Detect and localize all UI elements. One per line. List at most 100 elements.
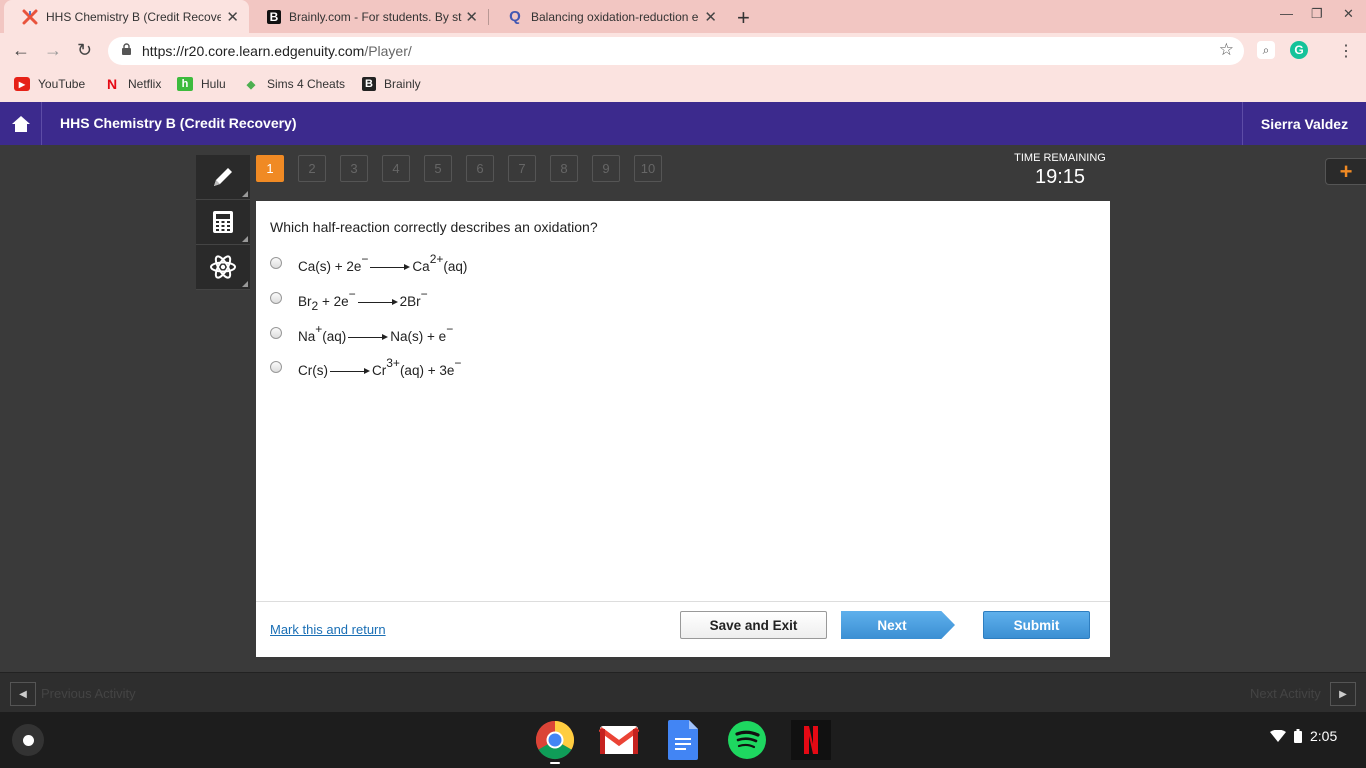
netflix-icon: N bbox=[106, 76, 118, 92]
previous-activity-button[interactable]: ◀ bbox=[10, 682, 36, 706]
reaction-arrow-icon bbox=[357, 298, 398, 306]
plumbob-icon: ◆ bbox=[246, 78, 256, 91]
bookmarks-bar: ▶ YouTube N Netflix h Hulu ◆ Sims 4 Chea… bbox=[0, 69, 1366, 102]
tool-panel bbox=[196, 155, 250, 290]
user-name[interactable]: Sierra Valdez bbox=[1242, 102, 1366, 145]
url-text: https://r20.core.learn.edgenuity.com/Pla… bbox=[142, 43, 412, 59]
google-docs-icon[interactable] bbox=[663, 720, 703, 760]
next-activity-label[interactable]: Next Activity bbox=[1250, 686, 1321, 701]
menu-dots-icon[interactable]: ⋮ bbox=[1338, 41, 1354, 61]
wifi-icon bbox=[1270, 730, 1286, 742]
question-number-10[interactable]: 10 bbox=[634, 155, 662, 182]
search-extension-icon[interactable]: ⌕ bbox=[1257, 41, 1275, 59]
equation: Ca(s) + 2e− Ca2+(aq) bbox=[298, 252, 468, 274]
question-number-8[interactable]: 8 bbox=[550, 155, 578, 182]
close-tab-icon[interactable]: ✕ bbox=[704, 8, 717, 26]
back-icon[interactable]: ← bbox=[12, 40, 30, 61]
quiz-stage: 1 2 3 4 5 6 7 8 9 10 TIME REMAINING 19:1… bbox=[0, 145, 1366, 672]
question-number-5[interactable]: 5 bbox=[424, 155, 452, 182]
equation: Cr(s) Cr3+(aq) + 3e− bbox=[298, 356, 462, 378]
radio-button[interactable] bbox=[270, 256, 282, 269]
quizlet-q-icon: Q bbox=[509, 8, 521, 25]
brainly-icon: B bbox=[362, 77, 376, 91]
mark-and-return-link[interactable]: Mark this and return bbox=[270, 622, 386, 637]
spotify-icon[interactable] bbox=[727, 720, 767, 760]
tab-title: Balancing oxidation-reduction e bbox=[531, 9, 699, 24]
tab-quizlet[interactable]: Q Balancing oxidation-reduction e ✕ bbox=[489, 0, 727, 33]
status-tray[interactable]: 2:05 bbox=[1270, 728, 1337, 744]
periodic-table-tool[interactable] bbox=[196, 245, 250, 290]
pencil-tool[interactable] bbox=[196, 155, 250, 200]
question-number-1[interactable]: 1 bbox=[256, 155, 284, 182]
question-number-9[interactable]: 9 bbox=[592, 155, 620, 182]
question-number-7[interactable]: 7 bbox=[508, 155, 536, 182]
submit-button[interactable]: Submit bbox=[983, 611, 1090, 639]
bookmark-label: YouTube bbox=[38, 77, 86, 91]
bookmark-youtube[interactable]: ▶ YouTube bbox=[14, 77, 85, 91]
next-activity-button[interactable]: ▶ bbox=[1330, 682, 1356, 706]
home-button[interactable] bbox=[0, 102, 42, 145]
question-number-6[interactable]: 6 bbox=[466, 155, 494, 182]
timer: TIME REMAINING 19:15 bbox=[1012, 152, 1108, 189]
atom-icon bbox=[210, 255, 236, 279]
gmail-icon[interactable] bbox=[599, 720, 639, 760]
course-title: HHS Chemistry B (Credit Recovery) bbox=[60, 115, 297, 131]
pencil-icon bbox=[214, 168, 232, 186]
close-window-icon[interactable]: ✕ bbox=[1343, 6, 1354, 22]
bookmark-sims-4-cheats[interactable]: ◆ Sims 4 Cheats bbox=[243, 77, 345, 91]
time-remaining-label: TIME REMAINING bbox=[1014, 152, 1106, 164]
radio-button[interactable] bbox=[270, 360, 282, 373]
previous-activity-label[interactable]: Previous Activity bbox=[41, 686, 136, 701]
browser-toolbar: ← → ↻ https://r20.core.learn.edgenuity.c… bbox=[0, 33, 1366, 69]
time-remaining-value: 19:15 bbox=[1034, 166, 1086, 188]
question-text: Which half-reaction correctly describes … bbox=[270, 219, 598, 235]
close-tab-icon[interactable]: ✕ bbox=[226, 8, 239, 26]
launcher-button[interactable] bbox=[12, 724, 44, 756]
bookmark-label: Hulu bbox=[201, 77, 226, 91]
tab-brainly[interactable]: B Brainly.com - For students. By st ✕ bbox=[249, 0, 488, 33]
question-number-2[interactable]: 2 bbox=[298, 155, 326, 182]
calculator-tool[interactable] bbox=[196, 200, 250, 245]
forward-icon[interactable]: → bbox=[44, 40, 62, 61]
radio-button[interactable] bbox=[270, 326, 282, 339]
bookmark-brainly[interactable]: B Brainly bbox=[362, 77, 421, 91]
caret-left-icon: ◀ bbox=[19, 688, 27, 700]
bookmark-hulu[interactable]: h Hulu bbox=[177, 77, 226, 91]
question-number-4[interactable]: 4 bbox=[382, 155, 410, 182]
system-shelf: 2:05 bbox=[0, 712, 1366, 768]
new-tab-icon[interactable]: + bbox=[737, 5, 750, 31]
netflix-app-icon[interactable] bbox=[791, 720, 831, 760]
tab-title: HHS Chemistry B (Credit Recove bbox=[46, 9, 221, 24]
grammarly-icon[interactable]: G bbox=[1290, 41, 1308, 59]
battery-icon bbox=[1294, 729, 1302, 743]
plus-icon: + bbox=[1339, 158, 1353, 184]
answer-choice-4[interactable]: Cr(s) Cr3+(aq) + 3e− bbox=[270, 356, 462, 378]
edgenuity-x-icon bbox=[22, 9, 38, 25]
expand-plus-button[interactable]: + bbox=[1325, 158, 1366, 185]
next-button[interactable]: Next bbox=[841, 611, 955, 639]
minimize-icon[interactable]: — bbox=[1280, 6, 1293, 21]
answer-choice-2[interactable]: Br2 + 2e− 2Br− bbox=[270, 288, 428, 312]
active-app-indicator bbox=[550, 762, 560, 764]
bookmark-star-icon[interactable]: ☆ bbox=[1219, 40, 1234, 60]
reaction-arrow-icon bbox=[370, 263, 411, 271]
question-number-3[interactable]: 3 bbox=[340, 155, 368, 182]
answer-choice-1[interactable]: Ca(s) + 2e− Ca2+(aq) bbox=[270, 252, 468, 274]
clock-time: 2:05 bbox=[1310, 728, 1338, 744]
chrome-icon[interactable] bbox=[535, 720, 575, 760]
question-navigator: 1 2 3 4 5 6 7 8 9 10 bbox=[256, 155, 676, 182]
activity-bar: ◀ Previous Activity Next Activity ▶ bbox=[0, 672, 1366, 712]
radio-button[interactable] bbox=[270, 291, 282, 304]
restore-icon[interactable]: ❐ bbox=[1311, 6, 1323, 22]
bookmark-netflix[interactable]: N Netflix bbox=[104, 76, 162, 92]
save-and-exit-button[interactable]: Save and Exit bbox=[680, 611, 827, 639]
address-bar[interactable]: https://r20.core.learn.edgenuity.com/Pla… bbox=[108, 37, 1244, 65]
answer-choice-3[interactable]: Na+(aq) Na(s) + e− bbox=[270, 323, 453, 344]
question-card: Which half-reaction correctly describes … bbox=[256, 201, 1110, 657]
close-tab-icon[interactable]: ✕ bbox=[465, 8, 478, 26]
tab-edgenuity[interactable]: HHS Chemistry B (Credit Recove ✕ bbox=[4, 0, 249, 33]
bookmark-label: Sims 4 Cheats bbox=[267, 77, 346, 91]
reaction-arrow-icon bbox=[330, 367, 370, 375]
bookmark-label: Netflix bbox=[128, 77, 162, 91]
reload-icon[interactable]: ↻ bbox=[77, 40, 92, 61]
